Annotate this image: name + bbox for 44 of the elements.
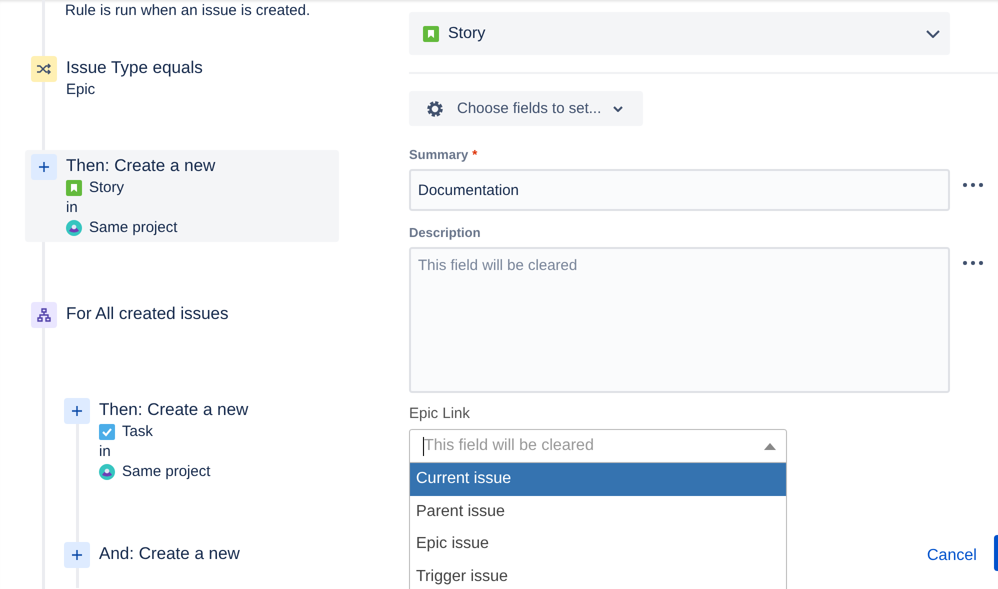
shuffle-icon[interactable] <box>31 56 57 82</box>
component-title: Then: Create a new <box>66 156 216 176</box>
cancel-button[interactable]: Cancel <box>927 543 977 569</box>
description-field[interactable]: This field will be cleared <box>409 247 950 393</box>
checkbox-icon <box>99 424 115 440</box>
project-text: Same project <box>122 463 210 480</box>
trigger-description: Rule is run when an issue is created. <box>65 2 312 19</box>
field-label: Summary <box>409 147 468 162</box>
issue-type-text: Task <box>122 423 153 440</box>
bookmark-icon <box>66 180 82 196</box>
dropdown-option[interactable]: Trigger issue <box>410 560 786 589</box>
component-title: And: Create a new <box>99 544 240 564</box>
field-label: Description <box>409 225 481 240</box>
project-avatar-icon <box>99 464 115 480</box>
component-card[interactable]: Then: Create a new Story in Same project <box>25 150 339 242</box>
summary-field[interactable]: Documentation <box>409 169 950 211</box>
choose-fields-button[interactable]: Choose fields to set... <box>409 91 644 126</box>
component-title: Then: Create a new <box>99 400 248 420</box>
preposition-text: in <box>66 199 79 216</box>
field-label: Epic Link <box>409 405 471 422</box>
chevron-down-icon <box>926 30 940 38</box>
more-icon[interactable] <box>963 183 983 187</box>
dropdown-option[interactable]: Epic issue <box>410 528 786 560</box>
plus-icon[interactable] <box>64 398 90 424</box>
component-title: Issue Type equals <box>66 58 203 78</box>
component-title: For All created issues <box>66 304 229 324</box>
condition-value: Epic <box>66 81 96 98</box>
more-icon[interactable] <box>963 261 983 265</box>
bookmark-icon <box>423 26 439 42</box>
issue-type-text: Story <box>89 179 124 196</box>
issue-type-select[interactable]: Story <box>409 12 950 55</box>
required-mark: * <box>472 147 478 162</box>
dropdown-option[interactable]: Current issue <box>410 463 786 496</box>
component-card[interactable]: Then: Create a new Task in Same project <box>58 398 372 480</box>
preposition-text: in <box>99 443 112 460</box>
component-card[interactable]: And: Create a new <box>58 542 372 568</box>
hierarchy-icon[interactable] <box>31 302 57 328</box>
project-text: Same project <box>89 219 178 236</box>
plus-icon[interactable] <box>64 542 90 568</box>
settings-icon <box>425 98 445 118</box>
dropdown-option[interactable]: Parent issue <box>410 496 786 528</box>
chevron-down-icon <box>613 106 624 112</box>
plus-icon[interactable] <box>31 154 57 180</box>
project-avatar-icon <box>66 220 82 236</box>
